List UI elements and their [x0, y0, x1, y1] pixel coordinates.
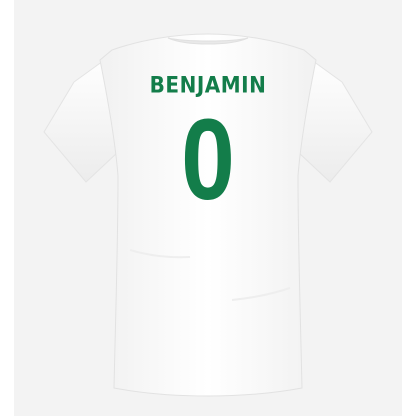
player-name: BENJAMIN: [149, 71, 267, 98]
tshirt-back: [43, 33, 373, 397]
product-image: BENJAMIN 0: [0, 0, 416, 416]
